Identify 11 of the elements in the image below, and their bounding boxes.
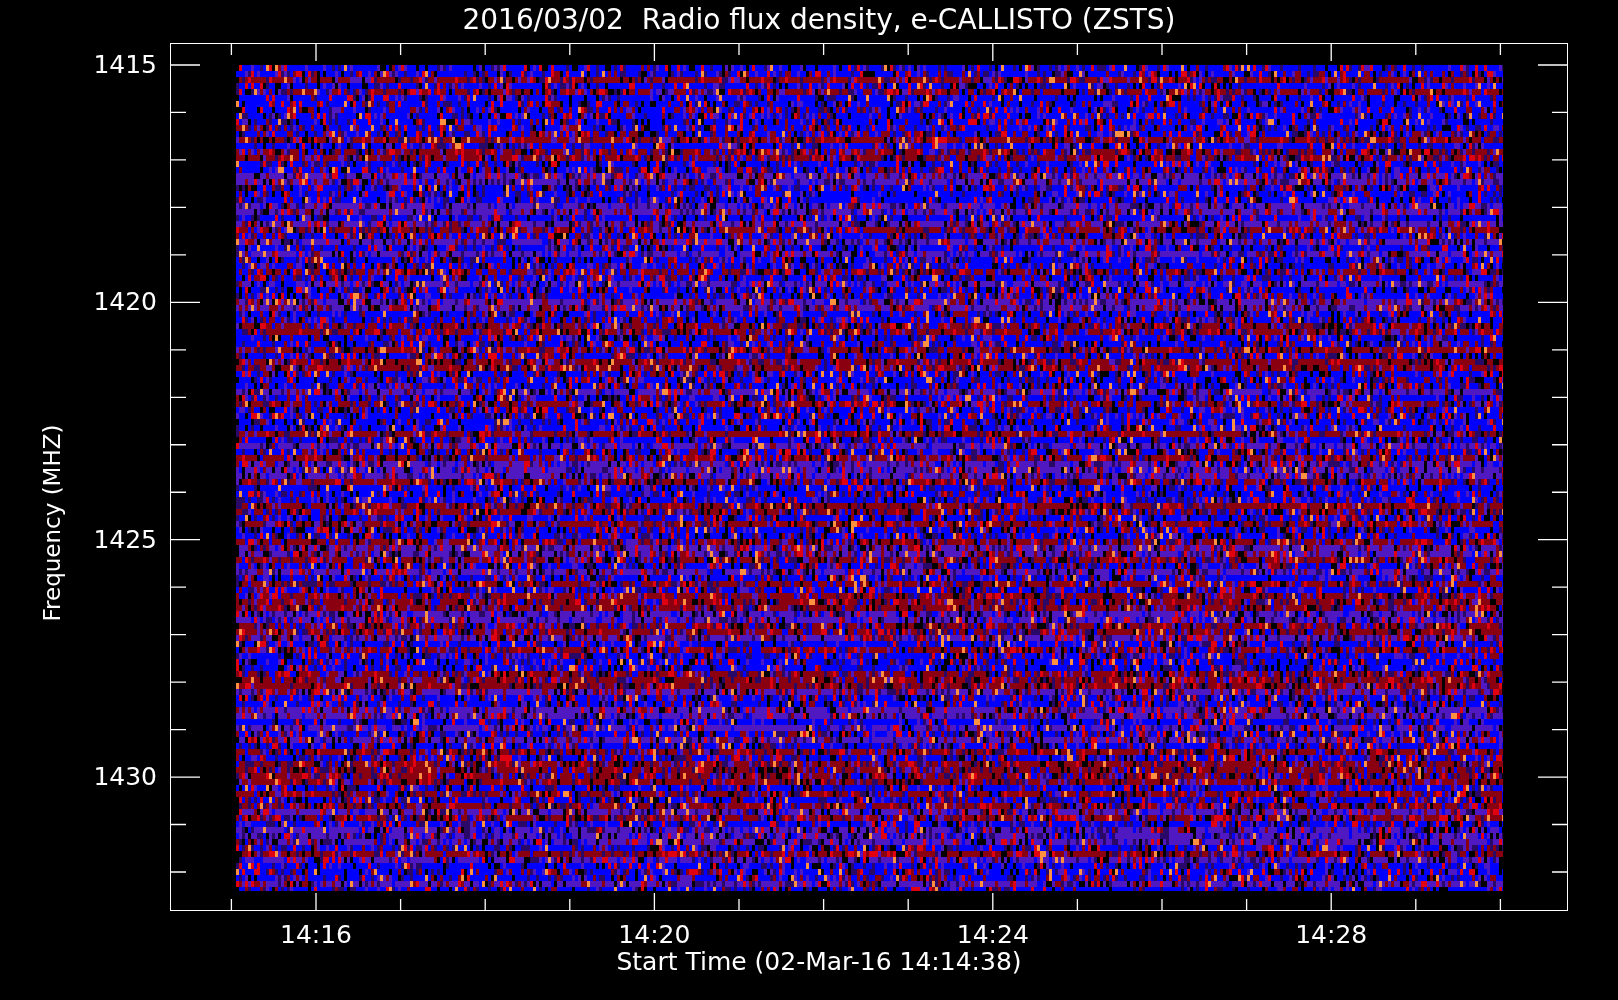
chart-title: 2016/03/02 Radio flux density, e-CALLISTO (ZSTS)	[461, 2, 1177, 38]
y-tick-label: 1415	[93, 52, 157, 77]
x-tick-label: 14:16	[280, 922, 352, 947]
x-axis-title: Start Time (02-Mar-16 14:14:38)	[616, 949, 1022, 974]
y-tick-label: 1420	[93, 289, 157, 315]
x-tick-label: 14:20	[618, 922, 691, 947]
x-tick-label: 14:24	[956, 922, 1029, 947]
y-tick-label: 1430	[93, 764, 157, 790]
x-tick-label: 14:28	[1295, 922, 1368, 947]
y-tick-label: 1425	[93, 526, 157, 552]
y-axis-title: Frequency (MHZ)	[39, 424, 65, 622]
